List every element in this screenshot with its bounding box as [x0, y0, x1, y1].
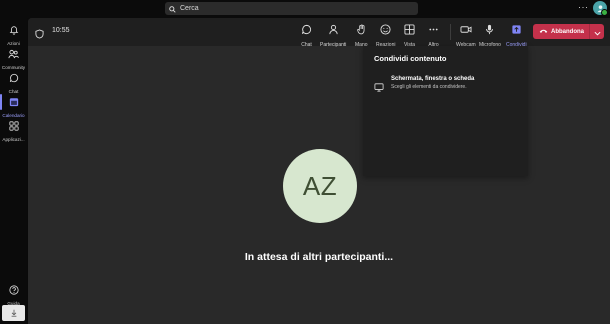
rail-item-calendar[interactable]: Calendario [0, 94, 27, 118]
leave-button[interactable]: Abbandona [533, 24, 604, 39]
camera-button[interactable]: Webcam [456, 22, 476, 48]
meeting-toolbar: 10:55 Chat Partecipanti Mano Reazioni Vi… [28, 18, 610, 52]
more-actions-button[interactable]: Altro [428, 22, 439, 48]
chevron-down-icon [594, 23, 601, 41]
more-icon [428, 22, 439, 40]
raise-hand-button[interactable]: Mano [355, 22, 368, 48]
share-content-panel: Condividi contenuto Schermata, finestra … [363, 46, 528, 176]
share-screen-icon [511, 22, 522, 40]
camera-icon [460, 22, 472, 40]
app-rail: Azioni Community Chat Calendario Applica… [0, 18, 27, 324]
microphone-button[interactable]: Microfono [479, 22, 501, 48]
participants-label: Partecipanti [320, 42, 347, 48]
rail-label: Applicazi... [2, 137, 25, 142]
toolbar-divider [450, 24, 451, 40]
more-options-button[interactable]: ··· [578, 2, 589, 12]
share-option-subtitle: Scegli gli elementi da condividere. [391, 84, 467, 90]
microphone-icon [484, 22, 495, 40]
hand-icon [356, 22, 367, 40]
grid-view-icon [404, 22, 415, 40]
panel-title: Condividi contenuto [374, 54, 447, 63]
person-icon [328, 22, 339, 40]
profile-avatar[interactable] [593, 1, 608, 16]
chat-icon [9, 70, 19, 88]
leave-label: Abbandona [551, 28, 584, 35]
view-button[interactable]: Vista [404, 22, 415, 48]
search-icon [169, 0, 176, 18]
monitor-icon [374, 79, 384, 97]
chat-button[interactable]: Chat [301, 22, 312, 48]
bell-icon [9, 22, 19, 40]
chat-icon [301, 22, 312, 40]
chat-label: Chat [301, 42, 312, 48]
help-icon [8, 282, 19, 300]
waiting-message: In attesa di altri partecipanti... [244, 251, 394, 263]
meeting-timer: 10:55 [52, 27, 70, 34]
shield-icon[interactable] [35, 26, 44, 44]
search-box[interactable]: Cerca [165, 2, 418, 15]
rail-item-chat[interactable]: Chat [0, 70, 27, 94]
title-bar: Cerca ··· [0, 0, 610, 18]
share-option-title: Schermata, finestra o scheda [391, 76, 475, 82]
meeting-stage: 10:55 Chat Partecipanti Mano Reazioni Vi… [28, 18, 610, 324]
reactions-button[interactable]: Reazioni [376, 22, 395, 48]
rail-item-community[interactable]: Community [0, 46, 27, 70]
leave-dropdown-button[interactable] [590, 23, 604, 41]
share-screen-option[interactable]: Schermata, finestra o scheda Scegli gli … [374, 75, 524, 95]
phone-hangup-icon [539, 28, 548, 36]
calendar-icon [9, 94, 19, 112]
smiley-icon [380, 22, 391, 40]
participant-avatar: AZ [283, 149, 357, 223]
rail-item-activity[interactable]: Azioni [0, 22, 27, 46]
download-icon [10, 304, 18, 322]
search-placeholder: Cerca [180, 5, 199, 12]
participants-button[interactable]: Partecipanti [320, 22, 346, 48]
share-button[interactable]: Condividi [506, 22, 527, 52]
apps-icon [8, 118, 19, 136]
rail-item-apps[interactable]: Applicazi... [0, 118, 27, 142]
rail-item-help[interactable]: Guida [0, 282, 27, 306]
leave-main[interactable]: Abbandona [533, 28, 589, 36]
people-icon [8, 46, 19, 64]
download-button[interactable] [2, 305, 25, 321]
